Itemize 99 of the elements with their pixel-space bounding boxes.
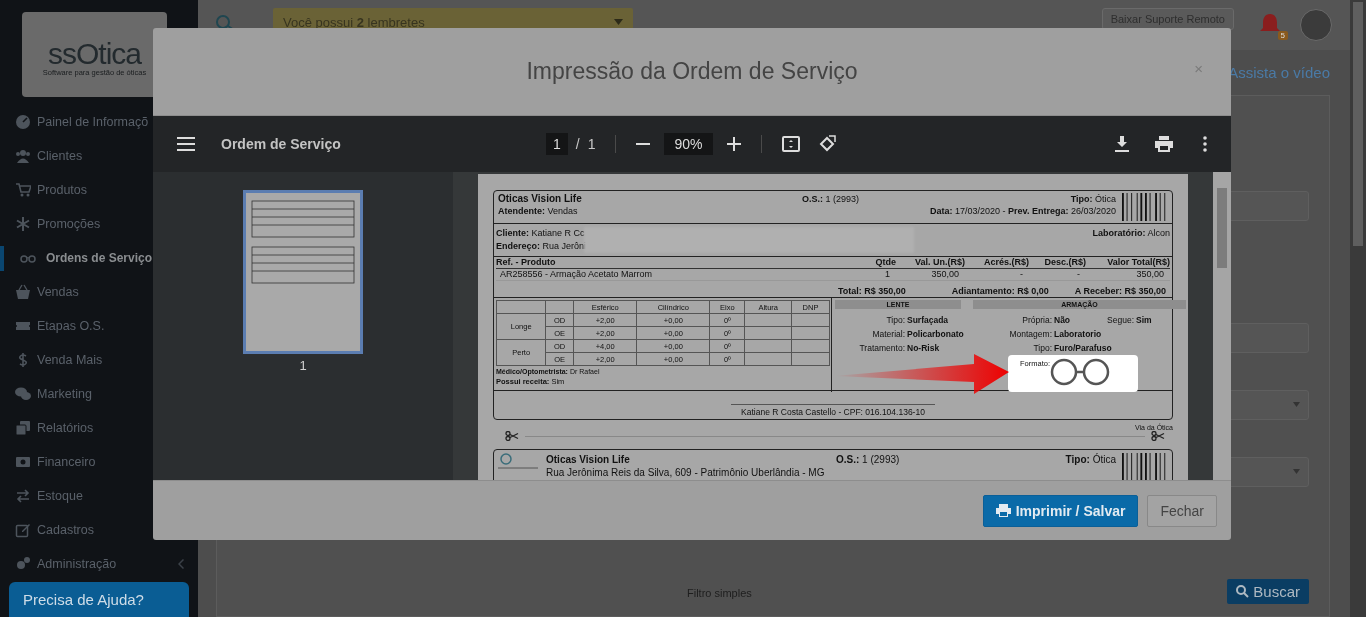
search-button[interactable]: Buscar bbox=[1227, 579, 1309, 604]
total-text: A Receber: R$ 350,00 bbox=[1074, 286, 1166, 296]
transfer-icon bbox=[15, 488, 31, 504]
total-text: Adiantamento: R$ 0,00 bbox=[951, 286, 1049, 296]
order-number: O.S.: 1 (2993) bbox=[802, 193, 861, 205]
sidebar-item[interactable]: Estoque bbox=[0, 479, 198, 513]
print-button[interactable]: Imprimir / Salvar bbox=[982, 494, 1139, 527]
edit-icon bbox=[15, 522, 31, 538]
field-value: Policarbonato bbox=[907, 329, 964, 340]
column-header: Desc.(R$) bbox=[1029, 257, 1086, 269]
sidebar-item[interactable]: Produtos bbox=[0, 173, 198, 207]
sidebar-item[interactable]: Administração bbox=[0, 547, 198, 581]
field-label: Segue: bbox=[1106, 315, 1135, 326]
basket-icon bbox=[15, 284, 31, 300]
field-value: Sim bbox=[1136, 315, 1153, 326]
table-cell: 350,00 bbox=[896, 269, 965, 281]
logo-text: ssOtica bbox=[48, 40, 141, 68]
table-cell: AR258556 - Armação Acetato Marrom bbox=[496, 269, 856, 281]
more-icon[interactable] bbox=[1203, 136, 1207, 152]
sidebar-item[interactable]: Relatórios bbox=[0, 411, 198, 445]
caret-icon bbox=[1293, 469, 1300, 474]
zoom-in-icon[interactable] bbox=[726, 137, 741, 151]
scissors-icon bbox=[505, 431, 519, 441]
sidebar-item[interactable]: Promoções bbox=[0, 207, 198, 241]
page-separator: / bbox=[575, 136, 580, 152]
glasses-shape-icon bbox=[1050, 358, 1110, 386]
field-value: Não bbox=[1054, 315, 1072, 326]
users-icon bbox=[15, 148, 31, 164]
store-name: Oticas Vision Life bbox=[498, 193, 583, 205]
order-dates: Data: 17/03/2020 - Prev. Entrega: 26/03/2020 bbox=[930, 205, 1116, 217]
column-header: Qtde bbox=[856, 257, 896, 269]
logo-icon bbox=[498, 453, 538, 469]
store-name: Oticas Vision Life bbox=[546, 453, 631, 466]
signature-text: Katiane R Costa Castello - CPF: 016.104.136-10 bbox=[731, 404, 935, 419]
client-name: Cliente: Katiane R Cc bbox=[496, 227, 584, 240]
sidebar-item[interactable]: Etapas O.S. bbox=[0, 309, 198, 343]
rotate-icon[interactable] bbox=[817, 135, 836, 153]
total-text: Total: R$ 350,00 bbox=[837, 286, 906, 296]
field-label: Própria: bbox=[1021, 315, 1053, 326]
caret-icon bbox=[614, 19, 623, 25]
thumbnail-label: 1 bbox=[299, 358, 307, 373]
close-button[interactable]: Fechar bbox=[1147, 494, 1217, 527]
caret-icon bbox=[1293, 402, 1300, 407]
printer-icon bbox=[995, 504, 1011, 517]
field-value: Furo/Parafuso bbox=[1054, 343, 1112, 354]
copy-icon bbox=[15, 420, 31, 436]
order-type: Tipo: Ótica bbox=[1065, 453, 1116, 466]
sidebar-item[interactable]: Financeiro bbox=[0, 445, 198, 479]
download-icon[interactable] bbox=[1115, 136, 1129, 152]
table-cell: 350,00 bbox=[1086, 269, 1170, 281]
chat-icon bbox=[15, 386, 31, 402]
client-address: Endereço: Rua Jerôni bbox=[496, 240, 584, 253]
table-cell: 1 bbox=[856, 269, 896, 281]
field-label: Tipo: bbox=[1032, 343, 1053, 354]
modal-title: Impressão da Ordem de Serviço bbox=[526, 58, 858, 85]
scissors-icon bbox=[1151, 431, 1165, 441]
menu-icon[interactable] bbox=[177, 137, 195, 151]
sidebar-item[interactable]: Painel de Informaçõ bbox=[0, 105, 198, 139]
column-header: Valor Total(R$) bbox=[1086, 257, 1170, 269]
field-label: Montagem: bbox=[1008, 329, 1053, 340]
field-value: No-Risk bbox=[907, 343, 941, 354]
field-value: Laboratorio bbox=[1054, 329, 1103, 340]
sidebar-item[interactable]: Ordens de Serviço bbox=[0, 241, 198, 275]
search-icon bbox=[1236, 585, 1250, 598]
document-title: Ordem de Serviço bbox=[221, 136, 342, 152]
attendant-text: Atendente: Vendas bbox=[498, 205, 579, 217]
field-label: Tratamento: bbox=[858, 343, 906, 354]
sidebar-item[interactable]: Clientes bbox=[0, 139, 198, 173]
table-cell: - bbox=[965, 269, 1029, 281]
video-link[interactable]: Assista o vídeo bbox=[1228, 64, 1330, 81]
sidebar-item[interactable]: Vendas bbox=[0, 275, 198, 309]
order-type: Tipo: Ótica bbox=[1069, 193, 1116, 205]
barcode bbox=[1122, 193, 1168, 221]
zoom-field[interactable]: 90% bbox=[664, 133, 713, 155]
fit-page-icon[interactable] bbox=[781, 136, 800, 152]
page-number-field[interactable]: 1 bbox=[546, 133, 568, 155]
asterisk-icon bbox=[15, 216, 31, 232]
cart-icon bbox=[15, 182, 31, 198]
page-count: 1 bbox=[587, 136, 596, 152]
order-number: O.S.: 1 (2993) bbox=[836, 453, 901, 466]
gauge-icon bbox=[15, 114, 31, 130]
notification-badge: 5 bbox=[1277, 31, 1288, 40]
laboratory-text: Laboratório: Alcon bbox=[1091, 227, 1170, 240]
column-header: Acrés.(R$) bbox=[965, 257, 1029, 269]
barcode bbox=[1122, 453, 1168, 480]
column-header: Val. Un.(R$) bbox=[896, 257, 965, 269]
field-value: Surfaçada bbox=[907, 315, 950, 326]
page-thumbnail[interactable] bbox=[243, 190, 363, 354]
money-icon bbox=[15, 454, 31, 470]
printer-icon[interactable] bbox=[1155, 136, 1173, 152]
gears-icon bbox=[15, 556, 31, 572]
column-header: Ref. - Produto bbox=[496, 257, 856, 269]
field-label: Material: bbox=[871, 329, 906, 340]
sidebar-item[interactable]: Venda Mais bbox=[0, 343, 198, 377]
store-address: Rua Jerônima Reis da Silva, 609 - Patrimônio Uberlândia - MG bbox=[546, 466, 826, 479]
table-cell: - bbox=[1029, 269, 1086, 281]
sidebar-item[interactable]: Marketing bbox=[0, 377, 198, 411]
close-button[interactable]: × bbox=[1182, 52, 1215, 84]
field-label: Tipo: bbox=[885, 315, 906, 326]
